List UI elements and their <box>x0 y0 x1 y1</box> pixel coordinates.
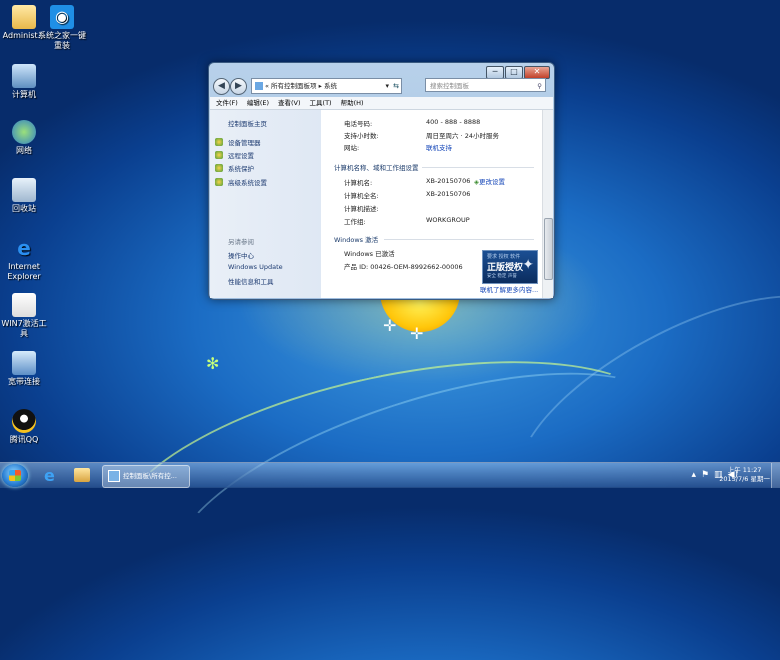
taskbar-control-panel[interactable]: 控制面板\所有控... <box>102 465 190 488</box>
computer-section-title: 计算机名称、域和工作组设置 <box>334 164 419 172</box>
activation-section-title: Windows 激活 <box>334 236 379 244</box>
action-center-link[interactable]: 操作中心 <box>228 250 254 260</box>
performance-link[interactable]: 性能信息和工具 <box>228 276 274 286</box>
menu-tools[interactable]: 工具(T) <box>310 99 332 107</box>
right-pane: 电话号码: 400 - 888 - 8888 支持小时数: 周日至周六 · 24… <box>322 110 543 298</box>
eye-logo-icon: ◉ <box>50 5 74 29</box>
taskbar-explorer[interactable] <box>68 465 96 486</box>
sparkle-icon: ✛ <box>410 324 424 343</box>
taskbar-ie[interactable]: e <box>36 465 64 486</box>
scrollbar-thumb[interactable] <box>544 218 553 280</box>
start-button[interactable] <box>2 464 28 487</box>
learn-more-link[interactable]: 联机了解更多内容... <box>480 284 538 294</box>
clock[interactable]: 上午 11:27 2015/7/6 星期一 <box>719 466 770 484</box>
forward-button[interactable]: ▶ <box>230 78 247 95</box>
window-content: 控制面板主页 设备管理器 远程设置 系统保护 高级系统设置 另请参阅 操作中心 … <box>210 110 553 298</box>
folder-icon <box>12 5 36 29</box>
online-support-link[interactable]: 联机支持 <box>426 142 452 152</box>
see-also-header: 另请参阅 <box>228 238 254 246</box>
sparkle-icon: ✻ <box>206 354 220 373</box>
recycle-bin-icon <box>12 178 36 202</box>
show-desktop-button[interactable] <box>771 463 780 488</box>
change-settings-link[interactable]: ◈更改设置 <box>474 176 505 186</box>
section-divider <box>384 239 534 240</box>
windows-star-icon: ✦ <box>522 257 534 273</box>
control-panel-icon <box>255 82 263 90</box>
full-name-label: 计算机全名: <box>344 192 379 200</box>
workgroup-value: WORKGROUP <box>426 216 470 224</box>
back-button[interactable]: ◀ <box>213 78 230 95</box>
search-icon: ⚲ <box>537 82 542 90</box>
menu-help[interactable]: 帮助(H) <box>341 99 364 107</box>
desktop-icon-reinstall[interactable]: ◉ 系统之家一键重装 <box>38 5 86 51</box>
menu-view[interactable]: 查看(V) <box>278 99 301 107</box>
system-protection-link[interactable]: 系统保护 <box>215 163 254 173</box>
desktop-icon-qq[interactable]: 腾讯QQ <box>0 409 48 445</box>
tray-arrow-icon[interactable]: ▴ <box>691 470 696 480</box>
ie-icon: e <box>17 236 31 260</box>
computer-name-value: XB-20150706 <box>426 177 471 185</box>
workgroup-label: 工作组: <box>344 218 366 226</box>
chevron-down-icon[interactable]: ▾ <box>385 79 389 93</box>
ie-icon: e <box>44 466 55 485</box>
refresh-icon[interactable]: ⇆ <box>393 79 399 93</box>
device-manager-link[interactable]: 设备管理器 <box>215 137 261 147</box>
folder-icon <box>74 468 90 482</box>
vertical-scrollbar[interactable] <box>542 110 553 298</box>
clock-date: 2015/7/6 星期一 <box>719 475 770 483</box>
full-name-value: XB-20150706 <box>426 190 471 198</box>
website-label: 网站: <box>344 144 360 152</box>
network-connection-icon <box>12 351 36 375</box>
desktop-icon-recycle-bin[interactable]: 回收站 <box>0 178 48 214</box>
desktop-icon-ie[interactable]: e Internet Explorer <box>0 236 48 282</box>
phone-label: 电话号码: <box>344 120 373 128</box>
left-pane: 控制面板主页 设备管理器 远程设置 系统保护 高级系统设置 另请参阅 操作中心 … <box>210 110 321 298</box>
search-input[interactable]: 搜索控制面板 ⚲ <box>425 78 546 92</box>
computer-icon <box>12 64 36 88</box>
advanced-settings-link[interactable]: 高级系统设置 <box>215 177 267 187</box>
menu-bar: 文件(F) 编辑(E) 查看(V) 工具(T) 帮助(H) <box>210 97 553 110</box>
action-flag-icon[interactable]: ⚑ <box>701 470 709 480</box>
desktop-icon-network[interactable]: 网络 <box>0 120 48 156</box>
desktop-icon-computer[interactable]: 计算机 <box>0 64 48 100</box>
windows-update-link[interactable]: Windows Update <box>228 263 283 271</box>
computer-name-label: 计算机名: <box>344 179 373 187</box>
breadcrumb: « 所有控制面板项 ▸ 系统 <box>265 82 337 90</box>
desktop-icon-broadband[interactable]: 宽带连接 <box>0 351 48 387</box>
clock-time: 上午 11:27 <box>727 466 762 474</box>
windows-logo-icon <box>9 470 21 481</box>
menu-edit[interactable]: 编辑(E) <box>247 99 269 107</box>
sparkle-icon: ✛ <box>383 316 397 335</box>
genuine-badge[interactable]: 要求 授权 软件 正版授权 安全 稳定 声誉 ✦ <box>482 250 538 284</box>
globe-icon <box>12 120 36 144</box>
taskbar: e 控制面板\所有控... ▴ ⚑ ▥ ◀) 上午 11:27 2015/7/6… <box>0 462 780 488</box>
address-bar[interactable]: « 所有控制面板项 ▸ 系统 ▾ ⇆ <box>251 78 402 94</box>
activation-status: Windows 已激活 <box>344 250 395 258</box>
product-id: 产品 ID: 00426-OEM-8992662-00006 <box>344 263 463 271</box>
section-divider <box>422 167 534 168</box>
control-panel-icon <box>108 470 120 482</box>
document-icon <box>12 293 36 317</box>
phone-value: 400 - 888 - 8888 <box>426 118 481 126</box>
control-panel-home-link[interactable]: 控制面板主页 <box>228 118 267 128</box>
desktop-icon-activator[interactable]: WIN7激活工具 <box>0 293 48 339</box>
menu-file[interactable]: 文件(F) <box>216 99 238 107</box>
qq-penguin-icon <box>12 409 36 433</box>
system-window: ─ □ ✕ ◀ ▶ « 所有控制面板项 ▸ 系统 ▾ ⇆ 搜索控制面板 ⚲ 文件… <box>208 62 555 300</box>
hours-value: 周日至周六 · 24小时服务 <box>426 132 499 140</box>
hours-label: 支持小时数: <box>344 132 379 140</box>
description-label: 计算机描述: <box>344 205 379 213</box>
remote-settings-link[interactable]: 远程设置 <box>215 150 254 160</box>
navigation-bar: ◀ ▶ « 所有控制面板项 ▸ 系统 ▾ ⇆ 搜索控制面板 ⚲ <box>213 78 550 95</box>
